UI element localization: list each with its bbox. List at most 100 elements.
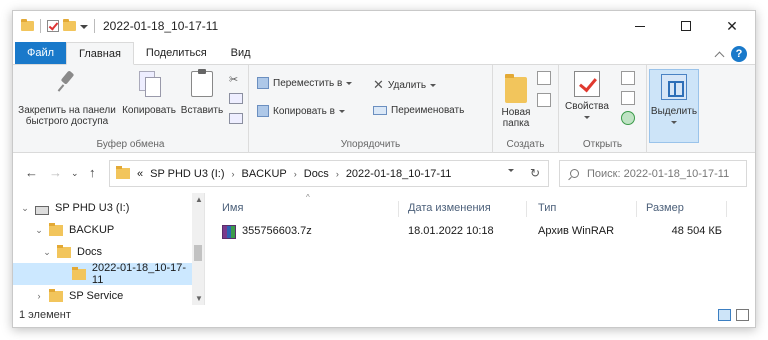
search-icon xyxy=(570,169,579,178)
tab-view[interactable]: Вид xyxy=(219,42,263,64)
new-item-button[interactable] xyxy=(537,71,551,85)
delete-button[interactable]: ✕ Удалить xyxy=(373,77,437,93)
expand-chevron-icon[interactable]: ⌄ xyxy=(41,247,53,258)
select-group: Выделить xyxy=(647,65,703,153)
copy-button[interactable]: Копировать xyxy=(121,71,177,116)
pin-to-quick-access-button[interactable]: Закрепить на панели быстрого доступа xyxy=(17,71,117,127)
history-button[interactable] xyxy=(621,111,635,125)
move-to-dropdown-icon xyxy=(346,81,353,85)
breadcrumb-drive[interactable]: SP PHD U3 (I:) xyxy=(150,168,224,180)
column-divider[interactable] xyxy=(398,201,399,217)
new-folder-button[interactable]: Новая папка xyxy=(499,71,533,129)
create-group: Новая папка Создать xyxy=(493,65,559,153)
separator xyxy=(40,19,41,33)
scroll-thumb[interactable] xyxy=(194,245,202,261)
history-icon xyxy=(621,111,635,125)
search-placeholder: Поиск: 2022-01-18_10-17-11 xyxy=(587,167,730,180)
breadcrumb-separator-icon[interactable]: › xyxy=(294,169,297,179)
expand-chevron-icon[interactable]: ⌄ xyxy=(33,225,45,236)
tab-home[interactable]: Главная xyxy=(66,42,134,65)
details-view-icon[interactable] xyxy=(718,309,731,321)
cut-button[interactable]: ✂ xyxy=(229,73,238,86)
copy-to-button[interactable]: Копировать в xyxy=(257,105,345,117)
scroll-up-icon[interactable]: ▲ xyxy=(195,195,203,204)
recent-locations-chevron-icon[interactable]: ⌄ xyxy=(71,168,79,179)
copy-to-label: Копировать в xyxy=(273,105,335,117)
clipboard-group: Закрепить на панели быстрого доступа Коп… xyxy=(13,65,249,153)
breadcrumb-backup[interactable]: BACKUP xyxy=(242,168,287,180)
pin-label-line1: Закрепить на панели xyxy=(18,105,116,116)
clipboard-group-label: Буфер обмена xyxy=(96,139,165,150)
scroll-down-icon[interactable]: ▼ xyxy=(195,294,203,303)
open-group-label: Открыть xyxy=(582,139,623,150)
delete-icon: ✕ xyxy=(373,77,384,92)
easy-access-button[interactable] xyxy=(537,93,551,107)
file-row[interactable]: 355756603.7z 18.01.2022 10:18 Архив WinR… xyxy=(222,221,722,241)
properties-quick-icon[interactable] xyxy=(47,20,59,32)
paste-button[interactable]: Вставить xyxy=(179,69,225,116)
breadcrumb-docs[interactable]: Docs xyxy=(304,168,329,180)
copy-path-button[interactable] xyxy=(229,93,243,104)
help-icon[interactable]: ? xyxy=(731,46,747,62)
nav-item-drive[interactable]: ⌄ SP PHD U3 (I:) xyxy=(13,197,193,219)
breadcrumb-current[interactable]: 2022-01-18_10-17-11 xyxy=(346,168,452,180)
select-icon xyxy=(661,74,687,100)
close-button[interactable]: ✕ xyxy=(709,11,755,41)
copy-to-icon xyxy=(257,105,269,117)
maximize-button[interactable] xyxy=(663,11,709,41)
column-divider[interactable] xyxy=(726,201,727,217)
paste-shortcut-button[interactable] xyxy=(229,113,243,124)
refresh-icon[interactable]: ↻ xyxy=(530,166,540,180)
nav-item-backup[interactable]: ⌄ BACKUP xyxy=(13,219,193,241)
expand-chevron-icon[interactable]: › xyxy=(33,291,45,301)
properties-button[interactable]: Свойства xyxy=(563,71,611,119)
expand-chevron-icon[interactable]: ⌄ xyxy=(19,203,31,214)
open-group: Свойства Открыть xyxy=(559,65,647,153)
folder-icon xyxy=(57,244,71,258)
forward-arrow-icon[interactable]: → xyxy=(49,165,62,180)
minimize-button[interactable] xyxy=(617,11,663,41)
address-bar[interactable]: « SP PHD U3 (I:) › BACKUP › Docs › 2022-… xyxy=(109,160,549,187)
easy-access-icon xyxy=(537,93,551,107)
breadcrumb-separator-icon[interactable]: › xyxy=(336,169,339,179)
create-group-label: Создать xyxy=(506,139,545,150)
new-folder-label-line2: папка xyxy=(502,118,530,129)
window-title: 2022-01-18_10-17-11 xyxy=(103,19,219,33)
drive-icon xyxy=(35,205,49,215)
up-arrow-icon[interactable]: ↑ xyxy=(89,165,96,180)
customize-toolbar-dropdown-icon[interactable] xyxy=(80,25,88,29)
large-icons-view-icon[interactable] xyxy=(736,309,749,321)
column-divider[interactable] xyxy=(526,201,527,217)
column-header-type[interactable]: Тип xyxy=(538,197,556,219)
new-folder-icon xyxy=(505,74,527,103)
nav-item-label: BACKUP xyxy=(69,224,115,236)
tab-share[interactable]: Поделиться xyxy=(134,42,219,64)
column-header-modified[interactable]: Дата изменения xyxy=(408,197,491,219)
nav-item-current-folder[interactable]: 2022-01-18_10-17-11 xyxy=(13,262,193,286)
move-to-icon xyxy=(257,77,269,89)
nav-item-docs[interactable]: ⌄ Docs xyxy=(13,241,193,263)
edit-button[interactable] xyxy=(621,91,635,105)
open-button[interactable] xyxy=(621,71,635,85)
window-controls: ✕ xyxy=(617,11,755,41)
address-overflow-icon[interactable]: « xyxy=(137,168,143,180)
search-box[interactable]: Поиск: 2022-01-18_10-17-11 xyxy=(559,160,747,187)
column-divider[interactable] xyxy=(636,201,637,217)
file-name: 355756603.7z xyxy=(242,225,312,237)
breadcrumb-separator-icon[interactable]: › xyxy=(232,169,235,179)
collapse-ribbon-icon[interactable] xyxy=(714,51,725,61)
rename-button[interactable]: Переименовать xyxy=(373,105,464,116)
select-button[interactable]: Выделить xyxy=(649,69,699,143)
move-to-button[interactable]: Переместить в xyxy=(257,77,353,89)
nav-item-label: SP Service xyxy=(69,290,124,302)
column-header-size[interactable]: Размер xyxy=(646,197,684,219)
back-arrow-icon[interactable]: ← xyxy=(25,165,38,180)
minimize-icon xyxy=(635,25,645,27)
file-size: 48 504 КБ xyxy=(671,225,722,237)
nav-scrollbar[interactable]: ▲ ▼ xyxy=(192,193,204,305)
tab-file[interactable]: Файл xyxy=(15,42,67,64)
column-label: Тип xyxy=(538,202,557,214)
address-dropdown-icon[interactable] xyxy=(508,169,514,172)
column-header-name[interactable]: Имя xyxy=(222,197,243,219)
new-folder-quick-icon[interactable] xyxy=(63,19,76,31)
